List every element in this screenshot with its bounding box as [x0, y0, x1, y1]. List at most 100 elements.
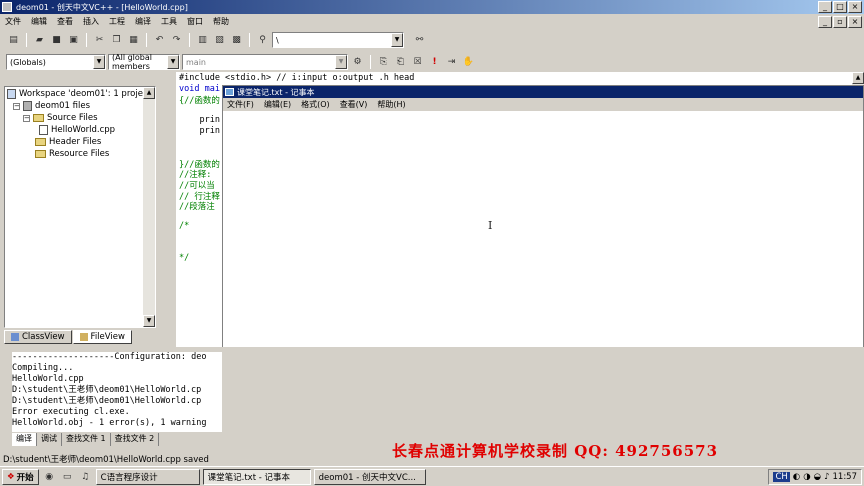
- workspace-root[interactable]: Workspace 'deom01': 1 proje: [7, 89, 143, 99]
- collapse-icon[interactable]: −: [13, 102, 20, 110]
- open-folder-icon[interactable]: ▰: [32, 33, 47, 48]
- tab-find-in-files-1[interactable]: 查找文件 1: [62, 433, 111, 446]
- tab-debug[interactable]: 调试: [37, 433, 62, 446]
- undo-icon[interactable]: ↶: [152, 33, 167, 48]
- copy-icon[interactable]: ❐: [109, 33, 124, 48]
- minimize-button[interactable]: _: [818, 1, 832, 13]
- header-files-folder[interactable]: Header Files: [35, 137, 101, 147]
- tray-icon-1[interactable]: ◐: [793, 472, 800, 482]
- clock: 11:57: [832, 472, 858, 482]
- code-line[interactable]: prin: [179, 115, 219, 125]
- output-gripper[interactable]: [0, 350, 10, 450]
- task-folder[interactable]: C语言程序设计: [95, 468, 200, 485]
- code-line[interactable]: prin: [179, 126, 219, 136]
- paste-icon[interactable]: ▦: [126, 33, 141, 48]
- collapse-icon[interactable]: −: [23, 114, 30, 122]
- start-button[interactable]: ❖ 开始: [2, 468, 39, 485]
- tab-fileview-label: FileView: [90, 332, 125, 342]
- notepad-text-area[interactable]: I: [223, 111, 863, 347]
- output-icon[interactable]: ▧: [212, 33, 227, 48]
- find-combo[interactable]: \ ▼: [272, 32, 404, 48]
- menu-help[interactable]: 帮助: [212, 16, 230, 27]
- save-icon[interactable]: ■: [49, 33, 64, 48]
- function-combo[interactable]: main ▼: [182, 54, 348, 70]
- notepad-menu-file[interactable]: 文件(F): [227, 99, 254, 110]
- chevron-down-icon[interactable]: ▼: [167, 55, 179, 69]
- scroll-up-icon[interactable]: ▲: [852, 72, 864, 84]
- output-line[interactable]: D:\student\王老师\deom01\HelloWorld.cp: [12, 396, 222, 407]
- redo-icon[interactable]: ↷: [169, 33, 184, 48]
- workspace-scrollbar[interactable]: ▲ ▼: [143, 87, 155, 327]
- code-line[interactable]: /*: [179, 221, 189, 231]
- chevron-down-icon[interactable]: ▼: [335, 55, 347, 69]
- chevron-down-icon[interactable]: ▼: [391, 33, 403, 47]
- tray-icon-3[interactable]: ◒: [814, 472, 821, 482]
- tab-build[interactable]: 编译: [12, 433, 37, 446]
- quicklaunch-ie-icon[interactable]: ◉: [42, 469, 57, 484]
- find-in-files-icon[interactable]: ⚲: [255, 33, 270, 48]
- new-file-icon[interactable]: ▤: [6, 33, 21, 48]
- windows-icon[interactable]: ▩: [229, 33, 244, 48]
- breakpoint-icon[interactable]: ✋: [461, 55, 476, 70]
- system-tray: CH ◐ ◑ ◒ ♪ 11:57: [768, 469, 862, 485]
- binoculars-icon[interactable]: ⚯: [412, 33, 427, 48]
- go-icon[interactable]: ⇥: [444, 55, 459, 70]
- scroll-up-icon[interactable]: ▲: [143, 87, 155, 99]
- menu-build[interactable]: 编译: [134, 16, 152, 27]
- scroll-down-icon[interactable]: ▼: [143, 315, 155, 327]
- task-vc[interactable]: deom01 - 创天中文VC...: [313, 468, 426, 485]
- source-file-item[interactable]: HelloWorld.cpp: [39, 125, 115, 135]
- menu-tools[interactable]: 工具: [160, 16, 178, 27]
- menu-edit[interactable]: 编辑: [30, 16, 48, 27]
- resource-files-folder[interactable]: Resource Files: [35, 149, 109, 159]
- quicklaunch-desktop-icon[interactable]: ▭: [60, 469, 75, 484]
- build-icon[interactable]: ⎗: [393, 55, 408, 70]
- mdi-close-button[interactable]: ×: [848, 16, 862, 28]
- notepad-title-bar[interactable]: 课堂笔记.txt - 记事本: [223, 86, 863, 98]
- notepad-menu-help[interactable]: 帮助(H): [377, 99, 405, 110]
- volume-icon[interactable]: ♪: [824, 472, 829, 482]
- workspace-icon[interactable]: ▥: [195, 33, 210, 48]
- output-line: HelloWorld.obj - 1 error(s), 1 warning: [12, 418, 207, 428]
- notepad-menu-view[interactable]: 查看(V): [340, 99, 368, 110]
- tab-classview[interactable]: ClassView: [4, 330, 72, 344]
- menu-view[interactable]: 查看: [56, 16, 74, 27]
- stop-build-icon[interactable]: ☒: [410, 55, 425, 70]
- wizard-action-icon[interactable]: ⚙: [350, 55, 365, 70]
- close-button[interactable]: ×: [848, 1, 862, 13]
- compile-icon[interactable]: ⎘: [376, 55, 391, 70]
- notepad-window: 课堂笔记.txt - 记事本 文件(F) 编辑(E) 格式(O) 查看(V) 帮…: [222, 85, 864, 347]
- ime-indicator[interactable]: CH: [773, 472, 790, 482]
- code-line[interactable]: //段落注: [179, 200, 215, 212]
- save-all-icon[interactable]: ▣: [66, 33, 81, 48]
- notepad-menu-format[interactable]: 格式(O): [301, 99, 330, 110]
- task-notepad[interactable]: 课堂笔记.txt - 记事本: [202, 468, 311, 485]
- tab-fileview[interactable]: FileView: [72, 330, 132, 344]
- mdi-restore-button[interactable]: ▫: [833, 16, 847, 28]
- maximize-button[interactable]: □: [833, 1, 847, 13]
- execute-icon[interactable]: !: [427, 55, 442, 70]
- find-combo-value: \: [276, 35, 279, 45]
- output-line[interactable]: D:\student\王老师\deom01\HelloWorld.cp: [12, 385, 222, 396]
- code-line[interactable]: */: [179, 253, 189, 263]
- quicklaunch-media-icon[interactable]: ♫: [78, 469, 93, 484]
- mdi-minimize-button[interactable]: _: [818, 16, 832, 28]
- project-node[interactable]: − deom01 files: [13, 101, 90, 111]
- tab-find-in-files-2[interactable]: 查找文件 2: [110, 433, 160, 446]
- menu-project[interactable]: 工程: [108, 16, 126, 27]
- menu-file[interactable]: 文件: [4, 16, 22, 27]
- output-line: --------------------Configuration: deo: [12, 352, 207, 362]
- menu-insert[interactable]: 插入: [82, 16, 100, 27]
- cut-icon[interactable]: ✂: [92, 33, 107, 48]
- notepad-menu-edit[interactable]: 编辑(E): [264, 99, 291, 110]
- menu-window[interactable]: 窗口: [186, 16, 204, 27]
- chevron-down-icon[interactable]: ▼: [93, 55, 105, 69]
- code-line[interactable]: {//函数的: [179, 94, 220, 106]
- source-files-folder[interactable]: − Source Files: [23, 113, 98, 123]
- code-line[interactable]: void mai: [179, 84, 220, 94]
- tray-icon-2[interactable]: ◑: [803, 472, 810, 482]
- code-line[interactable]: #include <stdio.h> // i:input o:output .…: [179, 73, 414, 83]
- scope-combo[interactable]: (Globals) ▼: [6, 54, 106, 70]
- app-icon: [2, 2, 12, 12]
- members-combo[interactable]: (All global members ▼: [108, 53, 180, 71]
